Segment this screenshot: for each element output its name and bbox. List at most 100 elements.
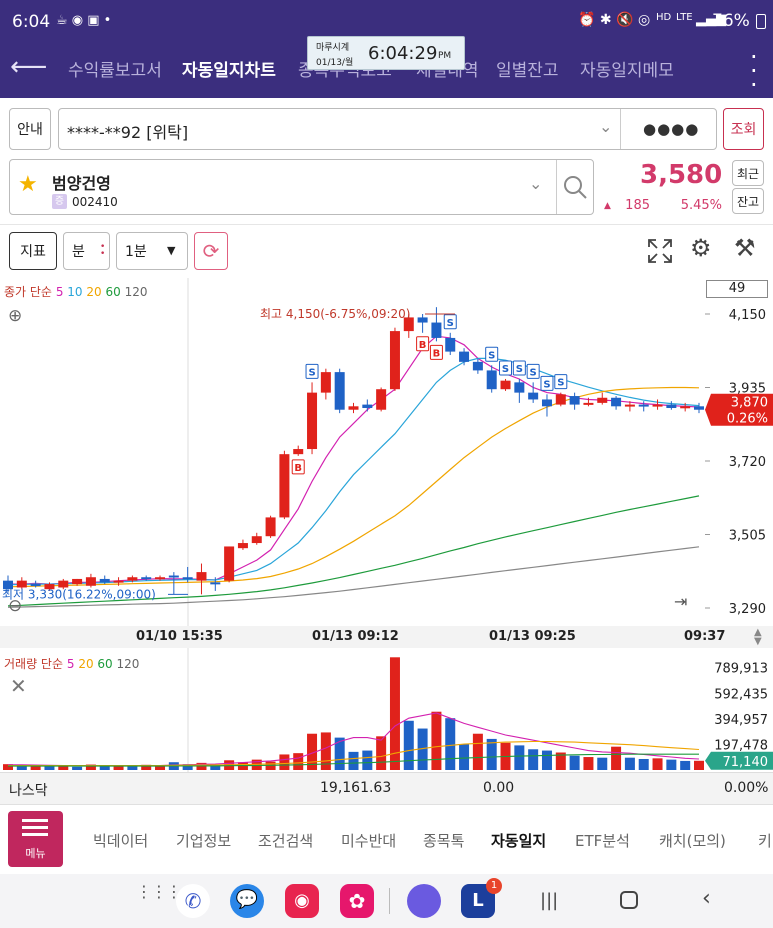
volume-legend: 거래량 단순 5 20 60 120 [4, 655, 139, 672]
recent-button[interactable]: 최근 [732, 160, 764, 186]
period-count-box[interactable]: 49 [706, 280, 768, 298]
index-change-pct: 0.00% [724, 780, 769, 796]
candle-body [72, 578, 83, 585]
menu-label: 메뉴 [25, 847, 46, 860]
current-volume-label: 71,140 [723, 755, 769, 770]
guide-button[interactable]: 안내 [9, 108, 51, 150]
candle-body [376, 389, 387, 410]
volume-tick-label: 592,435 [714, 687, 768, 702]
gallery-icon[interactable]: ✿ [340, 884, 374, 918]
tools-icon[interactable]: ⚒ [734, 234, 756, 262]
unit-select[interactable]: 분 • • [63, 232, 110, 270]
volume-bar [44, 766, 55, 770]
sell-marker: S [516, 364, 523, 375]
password-field[interactable]: ●●●● [643, 120, 699, 138]
sell-marker: S [557, 378, 564, 389]
bottom-tab-stock-talk[interactable]: 종목톡 [423, 830, 464, 851]
sell-marker: S [488, 350, 495, 361]
zoom-out-icon[interactable]: ⊖ [8, 596, 22, 616]
volume-bar [528, 749, 539, 770]
candle-body [334, 372, 345, 410]
price-change-pct: 5.45% [680, 198, 722, 213]
current-price-label: 3,870 [731, 396, 768, 411]
more-menu-icon[interactable]: · · · [750, 45, 758, 97]
stock-search-box[interactable]: ★ 범양건영 증 002410 ⌄ [9, 159, 594, 215]
zoom-in-icon[interactable]: ⊕ [8, 306, 22, 326]
bottom-tab-more[interactable]: 키 [758, 830, 772, 851]
messages-icon[interactable]: 💬 [230, 884, 264, 918]
price-chart[interactable]: 4,1503,9353,7203,5053,290BSBBSSS S SS S최고 4… [0, 278, 773, 626]
time-label: 01/10 15:35 [136, 629, 223, 644]
buy-marker: B [419, 340, 427, 351]
y-tick-label: 3,720 [729, 455, 766, 470]
menu-button[interactable]: 메뉴 [8, 811, 63, 867]
bottom-tab-condition-search[interactable]: 조건검색 [258, 830, 313, 851]
query-button[interactable]: 조회 [723, 108, 764, 150]
bottom-tab-auto-journal[interactable]: 자동일지 [491, 830, 546, 851]
chevron-down-icon[interactable]: ⌄ [529, 174, 542, 193]
dropdown-triangle-icon: ▼ [167, 244, 176, 257]
volume-bar [362, 750, 373, 770]
volume-tick-label: 197,478 [714, 738, 768, 753]
home-icon[interactable] [620, 891, 638, 909]
tab-auto-journal-memo[interactable]: 자동일지메모 [580, 56, 674, 81]
bottom-tab-bigdata[interactable]: 빅데이터 [93, 830, 148, 851]
indicator-button[interactable]: 지표 [9, 232, 57, 270]
close-icon[interactable]: ✕ [10, 674, 27, 698]
up-arrow-icon: ▲ [604, 201, 611, 211]
interval-select[interactable]: 1분 ▼ [116, 232, 188, 270]
account-select[interactable]: ****-**92 [위탁] ⌄ ●●●● [58, 108, 717, 150]
time-label: 09:37 [684, 629, 726, 644]
index-bar[interactable]: 나스닥 19,161.63 0.00 0.00% [0, 772, 773, 804]
sell-marker: S [530, 367, 537, 378]
volume-tick-label: 394,957 [714, 713, 768, 728]
phone-icon[interactable]: ✆ [176, 884, 210, 918]
bottom-tab-margin[interactable]: 미수반대 [341, 830, 396, 851]
market-badge: 증 [52, 194, 67, 209]
volume-bar [99, 766, 110, 770]
candle-body [611, 397, 622, 407]
price-legend: 종가 단순 5 10 20 60 120 [4, 283, 148, 300]
camera-icon[interactable]: ◉ [285, 884, 319, 918]
tab-profit-report[interactable]: 수익률보고서 [68, 56, 162, 81]
star-icon[interactable]: ★ [18, 172, 38, 197]
volume-bar [541, 750, 552, 770]
tab-daily-balance[interactable]: 일별잔고 [496, 56, 559, 81]
low-label: 최저 3,330(16.22%,09:00) [2, 587, 156, 601]
volume-bar [638, 758, 649, 770]
legend-vol-ma5: 5 [66, 657, 75, 671]
legend-ma5: 5 [55, 285, 64, 299]
scroll-latest-icon[interactable]: ⇥ [674, 592, 687, 611]
recent-apps-icon[interactable]: ||| [540, 890, 558, 911]
gear-icon[interactable]: ⚙ [690, 234, 712, 262]
apps-grid-icon[interactable]: ⋮⋮⋮ [136, 884, 182, 900]
bottom-tab-company-info[interactable]: 기업정보 [176, 830, 231, 851]
resize-handle-icon[interactable]: ▲ ▼ [754, 628, 762, 647]
maru-clock-widget[interactable]: 마루시계 01/13/월 6:04:29 PM [307, 36, 465, 70]
volume-bar [583, 757, 594, 770]
search-icon[interactable] [561, 173, 589, 201]
price-change: 185 [625, 198, 650, 213]
bottom-tab-catch[interactable]: 캐치(모의) [659, 830, 726, 851]
volume-bar [376, 736, 387, 770]
lte-icon: LTE [676, 12, 693, 23]
candle-body [113, 580, 124, 583]
hd-icon: HD [656, 12, 672, 23]
notification-badge: 1 [486, 878, 502, 894]
candle-body [30, 584, 41, 587]
tab-auto-journal-chart[interactable]: 자동일지차트 [182, 56, 276, 81]
bottom-tab-etf[interactable]: ETF분석 [575, 830, 630, 851]
expand-icon[interactable] [646, 237, 674, 265]
balance-button[interactable]: 잔고 [732, 188, 764, 214]
candle-body [514, 382, 525, 393]
volume-bar [293, 753, 304, 770]
candle-body [320, 372, 331, 393]
sell-marker: S [308, 367, 315, 378]
chevron-down-icon: ⌄ [599, 117, 613, 136]
refresh-button[interactable]: ⟳ [194, 232, 228, 270]
system-dock: ⋮⋮⋮ ✆ 💬 ◉ ✿ L 1 ||| ‹ [0, 874, 773, 928]
internet-icon[interactable] [407, 884, 441, 918]
back-arrow-icon[interactable]: ⟵ [10, 52, 47, 82]
volume-bar [72, 766, 83, 770]
back-icon[interactable]: ‹ [702, 886, 711, 911]
